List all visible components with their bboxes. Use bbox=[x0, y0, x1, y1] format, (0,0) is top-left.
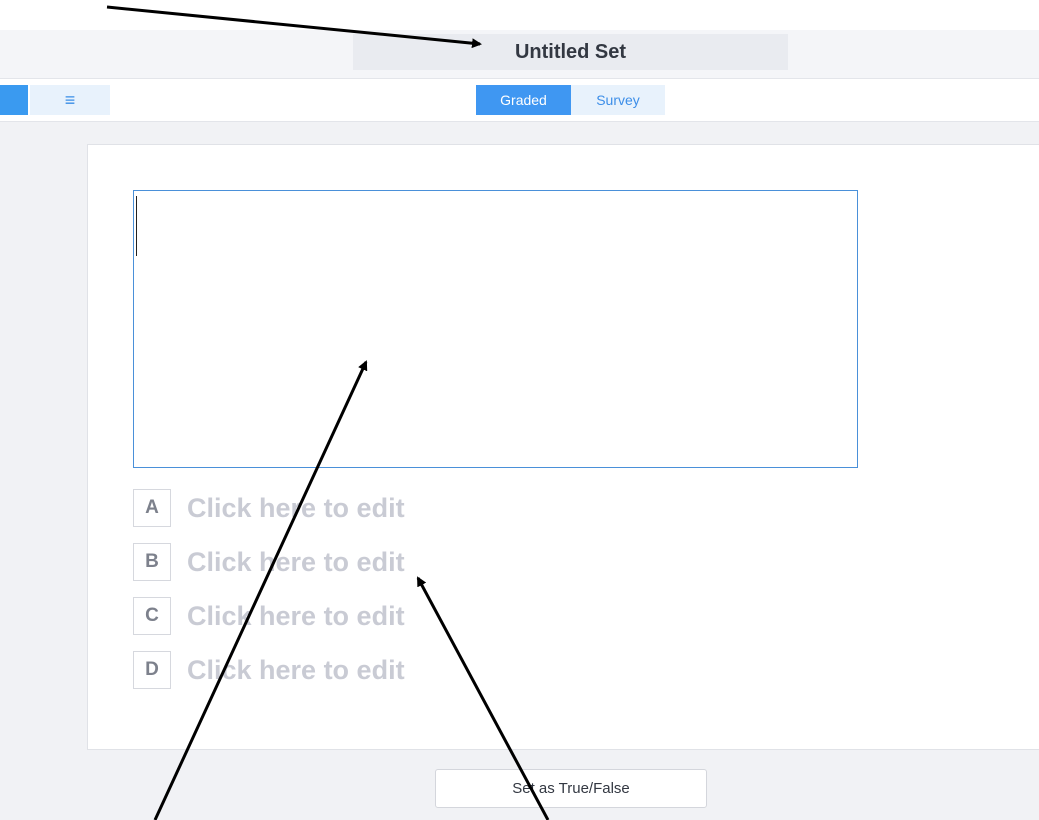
menu-button[interactable]: ≡ bbox=[30, 85, 110, 115]
answer-text-b[interactable]: Click here to edit bbox=[187, 547, 405, 578]
set-true-false-button[interactable]: Set as True/False bbox=[435, 769, 707, 808]
answer-option-b[interactable]: B Click here to edit bbox=[133, 543, 405, 581]
text-cursor bbox=[136, 196, 137, 256]
answer-letter-b[interactable]: B bbox=[133, 543, 171, 581]
answer-option-a[interactable]: A Click here to edit bbox=[133, 489, 405, 527]
question-input[interactable] bbox=[133, 190, 858, 468]
answer-text-d[interactable]: Click here to edit bbox=[187, 655, 405, 686]
answer-text-a[interactable]: Click here to edit bbox=[187, 493, 405, 524]
answer-option-d[interactable]: D Click here to edit bbox=[133, 651, 405, 689]
answer-letter-a[interactable]: A bbox=[133, 489, 171, 527]
answer-letter-c[interactable]: C bbox=[133, 597, 171, 635]
tab-graded[interactable]: Graded bbox=[476, 85, 571, 115]
set-title[interactable]: Untitled Set bbox=[353, 34, 788, 70]
answer-option-c[interactable]: C Click here to edit bbox=[133, 597, 405, 635]
tab-survey[interactable]: Survey bbox=[571, 85, 665, 115]
answer-letter-d[interactable]: D bbox=[133, 651, 171, 689]
hamburger-menu-icon: ≡ bbox=[64, 89, 76, 110]
sidebar-toggle-edge[interactable] bbox=[0, 85, 28, 115]
answer-text-c[interactable]: Click here to edit bbox=[187, 601, 405, 632]
